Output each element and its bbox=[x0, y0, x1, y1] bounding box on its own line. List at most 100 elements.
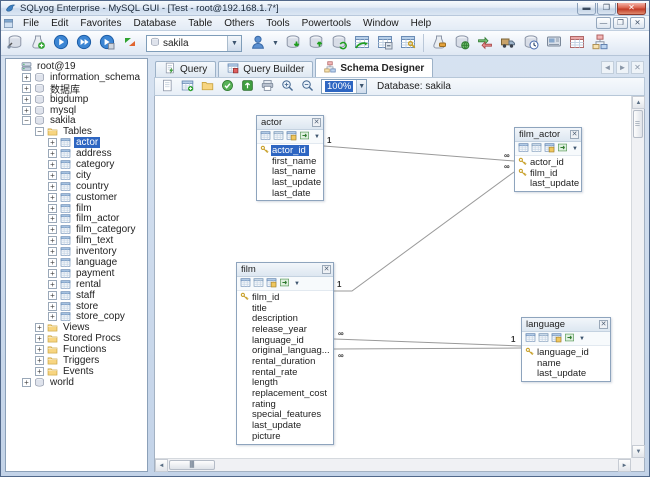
tab-schema-designer[interactable]: Schema Designer bbox=[315, 58, 433, 77]
entity-header[interactable]: film_actor✕ bbox=[515, 128, 581, 142]
tree-item-triggers[interactable]: +Triggers bbox=[6, 355, 147, 366]
tree-expander-plus-icon[interactable]: + bbox=[48, 236, 57, 245]
entity-column-length[interactable]: length bbox=[237, 378, 333, 389]
vertical-scrollbar[interactable]: ▲ ☰ ▼ bbox=[631, 96, 644, 458]
export-database-button[interactable] bbox=[305, 33, 327, 54]
entity-film_actor[interactable]: film_actor✕▼actor_idfilm_idlast_update bbox=[514, 127, 582, 192]
tree-item-city[interactable]: +city bbox=[6, 170, 147, 181]
menu-item-powertools[interactable]: Powertools bbox=[296, 17, 357, 30]
tree-item-store_copy[interactable]: +store_copy bbox=[6, 311, 147, 322]
tree-expander-plus-icon[interactable]: + bbox=[48, 193, 57, 202]
tree-expander-plus-icon[interactable]: + bbox=[48, 182, 57, 191]
menu-item-others[interactable]: Others bbox=[218, 17, 260, 30]
entity-close-icon[interactable]: ✕ bbox=[312, 118, 321, 127]
relationship-line-actor-film_actor[interactable] bbox=[324, 146, 514, 161]
tree-expander-plus-icon[interactable]: + bbox=[35, 323, 44, 332]
zoom-dropdown-icon[interactable]: ▼ bbox=[356, 80, 366, 93]
tree-expander-plus-icon[interactable]: + bbox=[22, 73, 31, 82]
export-table-button[interactable] bbox=[557, 142, 568, 156]
migrate-database-button[interactable] bbox=[497, 33, 519, 54]
tree-item-functions[interactable]: +Functions bbox=[6, 344, 147, 355]
entity-close-icon[interactable]: ✕ bbox=[570, 130, 579, 139]
mdi-restore-button[interactable]: ❐ bbox=[613, 17, 628, 29]
relationship-line-film-language[interactable] bbox=[334, 348, 521, 349]
copy-table-button[interactable] bbox=[351, 33, 373, 54]
zoom-level-select[interactable]: 100% ▼ bbox=[321, 79, 367, 94]
tree-item-world[interactable]: +world bbox=[6, 377, 147, 388]
manage-index-button[interactable] bbox=[397, 33, 419, 54]
tree-item-film_text[interactable]: +film_text bbox=[6, 235, 147, 246]
alter-table-button[interactable] bbox=[518, 142, 529, 156]
tree-expander-plus-icon[interactable]: + bbox=[22, 84, 31, 93]
entity-close-icon[interactable]: ✕ bbox=[599, 320, 608, 329]
user-manager-button[interactable] bbox=[247, 33, 269, 54]
scroll-left-icon[interactable]: ◄ bbox=[155, 459, 168, 472]
tab-scroll-right-icon[interactable]: ► bbox=[616, 61, 629, 74]
entity-column-replacement_cost[interactable]: replacement_cost bbox=[237, 388, 333, 399]
tab-close-icon[interactable]: ✕ bbox=[631, 61, 644, 74]
entity-header[interactable]: language✕ bbox=[522, 318, 610, 332]
entity-column-rental_duration[interactable]: rental_duration bbox=[237, 356, 333, 367]
entity-column-picture[interactable]: picture bbox=[237, 431, 333, 442]
entity-actor[interactable]: actor✕▼actor_idfirst_namelast_namelast_u… bbox=[256, 115, 324, 201]
scroll-up-icon[interactable]: ▲ bbox=[632, 96, 645, 109]
tree-item-rental[interactable]: +rental bbox=[6, 279, 147, 290]
tree-expander-plus-icon[interactable]: + bbox=[48, 160, 57, 169]
alter-table-button[interactable] bbox=[260, 130, 271, 144]
tree-item-film_category[interactable]: +film_category bbox=[6, 224, 147, 235]
tree-expander-plus-icon[interactable]: + bbox=[48, 247, 57, 256]
connect-database-button[interactable] bbox=[4, 33, 26, 54]
tree-item-country[interactable]: +country bbox=[6, 181, 147, 192]
notifications-button[interactable] bbox=[543, 33, 565, 54]
entity-more-options-icon[interactable]: ▼ bbox=[570, 146, 580, 152]
tree-item-mysql[interactable]: +mysql bbox=[6, 105, 147, 116]
tree-item-address[interactable]: +address bbox=[6, 148, 147, 159]
open-schema-button[interactable] bbox=[198, 78, 217, 95]
tree-item-store[interactable]: +store bbox=[6, 301, 147, 312]
entity-column-last_date[interactable]: last_date bbox=[257, 188, 323, 199]
alter-table-button[interactable] bbox=[525, 332, 536, 346]
tree-expander-minus-icon[interactable]: − bbox=[35, 127, 44, 136]
tree-item-language[interactable]: +language bbox=[6, 257, 147, 268]
tree-expander-plus-icon[interactable]: + bbox=[48, 138, 57, 147]
tree-item-events[interactable]: +Events bbox=[6, 366, 147, 377]
tree-expander-plus-icon[interactable]: + bbox=[48, 204, 57, 213]
empty-database-button[interactable] bbox=[428, 33, 450, 54]
tree-expander-plus-icon[interactable]: + bbox=[48, 302, 57, 311]
tree-expander-plus-icon[interactable]: + bbox=[48, 149, 57, 158]
entity-column-original_languag_[interactable]: original_languag... bbox=[237, 345, 333, 356]
schema-canvas[interactable]: 1∞1∞∞1∞ actor✕▼actor_idfirst_namelast_na… bbox=[155, 96, 631, 458]
entity-column-rental_rate[interactable]: rental_rate bbox=[237, 367, 333, 378]
tree-item-actor[interactable]: +actor bbox=[6, 137, 147, 148]
menu-item-window[interactable]: Window bbox=[357, 17, 405, 30]
entity-header[interactable]: film✕ bbox=[237, 263, 333, 277]
new-schema-button[interactable] bbox=[158, 78, 177, 95]
tree-expander-plus-icon[interactable]: + bbox=[48, 291, 57, 300]
horizontal-scroll-thumb[interactable]: ▐▌ bbox=[169, 460, 215, 470]
entity-column-actor_id[interactable]: actor_id bbox=[515, 157, 581, 168]
tree-expander-minus-icon[interactable]: − bbox=[22, 116, 31, 125]
copy-column-button[interactable] bbox=[253, 277, 264, 291]
copy-column-button[interactable] bbox=[531, 142, 542, 156]
tree-item-_[interactable]: +数据库 bbox=[6, 83, 147, 94]
menu-item-file[interactable]: File bbox=[17, 17, 45, 30]
entity-column-description[interactable]: description bbox=[237, 313, 333, 324]
tree-item-stored_procs[interactable]: +Stored Procs bbox=[6, 333, 147, 344]
scroll-right-icon[interactable]: ► bbox=[618, 459, 631, 472]
refresh-button[interactable] bbox=[119, 33, 141, 54]
tree-item-sakila[interactable]: −sakila bbox=[6, 115, 147, 126]
menu-item-tools[interactable]: Tools bbox=[260, 17, 295, 30]
menu-item-help[interactable]: Help bbox=[405, 17, 438, 30]
tree-expander-plus-icon[interactable]: + bbox=[35, 334, 44, 343]
close-button[interactable]: ✕ bbox=[617, 3, 646, 15]
mdi-minimize-button[interactable]: — bbox=[596, 17, 611, 29]
export-table-button[interactable] bbox=[279, 277, 290, 291]
entity-column-last_name[interactable]: last_name bbox=[257, 166, 323, 177]
export-table-button[interactable] bbox=[564, 332, 575, 346]
relationship-line-film-language[interactable] bbox=[334, 339, 521, 346]
entity-more-options-icon[interactable]: ▼ bbox=[577, 336, 587, 342]
insert-update-button[interactable] bbox=[374, 33, 396, 54]
manage-keys-button[interactable] bbox=[286, 130, 297, 144]
tree-item-customer[interactable]: +customer bbox=[6, 192, 147, 203]
tree-expander-plus-icon[interactable]: + bbox=[48, 312, 57, 321]
